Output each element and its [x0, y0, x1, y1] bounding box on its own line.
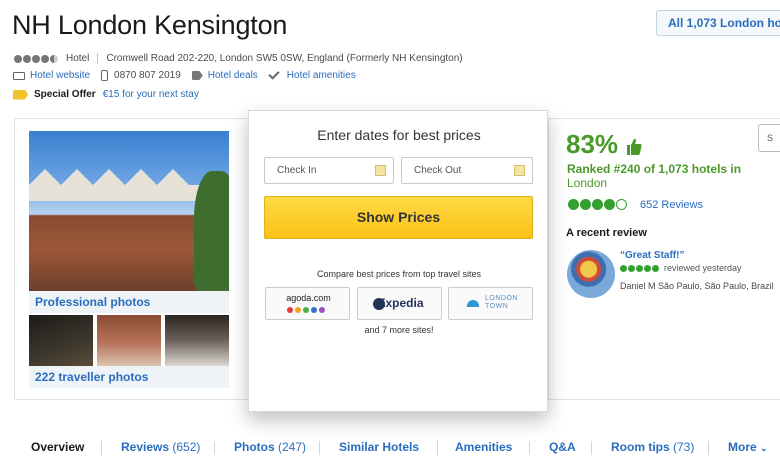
tab-photos[interactable]: Photos (247)	[234, 440, 306, 454]
traveller-photo-thumbnail[interactable]	[97, 315, 161, 366]
calendar-icon	[375, 165, 386, 176]
all-hotels-link[interactable]: All 1,073 London hotels	[656, 10, 780, 36]
rating-bubbles	[568, 199, 627, 210]
hotel-links-row: Hotel website 0870 807 2019 Hotel deals …	[13, 68, 367, 81]
agoda-site-button[interactable]: agoda.com	[265, 287, 350, 320]
hotel-website-link[interactable]: Hotel website	[13, 70, 90, 81]
hotel-title: NH London Kensington	[12, 10, 288, 40]
tag-icon	[191, 71, 203, 80]
compare-text: Compare best prices from top travel site…	[316, 269, 482, 279]
tab-amenities[interactable]: Amenities	[455, 440, 512, 454]
reviews-count-link[interactable]: 652 Reviews	[640, 199, 703, 211]
london-town-site-button[interactable]: LONDON TOWN	[448, 287, 533, 320]
check-in-field[interactable]: Check In	[264, 157, 394, 184]
check-icon	[268, 68, 280, 80]
check-out-field[interactable]: Check Out	[401, 157, 533, 184]
hotel-address: Cromwell Road 202-220, London SW5 0SW, E…	[106, 53, 463, 64]
traveller-photos-link[interactable]: 222 traveller photos	[29, 366, 229, 388]
phone-icon	[101, 70, 109, 81]
chevron-down-icon: ⌄	[760, 443, 768, 453]
professional-photos-link[interactable]: Professional photos	[29, 291, 229, 313]
expedia-site-button[interactable]: Expedia	[357, 287, 442, 320]
hotel-main-photo[interactable]	[29, 131, 229, 291]
rating-score: 83%	[566, 129, 619, 159]
photo-card: Professional photos 222 traveller photos	[14, 118, 254, 400]
special-offer-row[interactable]: Special Offer €15 for your next stay	[13, 89, 199, 100]
review-date: reviewed yesterday	[664, 263, 742, 273]
divider	[97, 53, 99, 64]
ranking-text: Ranked #240 of 1,073 hotels in London	[567, 162, 742, 190]
price-popup: Enter dates for best prices Check In Che…	[248, 110, 548, 412]
tab-overview[interactable]: Overview	[31, 440, 84, 454]
offer-text[interactable]: €15 for your next stay	[103, 89, 199, 100]
reviewer-avatar[interactable]	[567, 250, 615, 298]
offer-tag-icon	[13, 89, 28, 100]
recent-review-heading: A recent review	[566, 227, 647, 239]
london-town-logo-icon	[467, 300, 479, 307]
reviewer-name: Daniel M São Paulo, São Paulo, Brazil	[620, 281, 774, 291]
thumbs-up-icon	[627, 138, 642, 155]
star-rating	[14, 54, 58, 63]
offer-label: Special Offer	[34, 89, 96, 100]
hotel-phone[interactable]: 0870 807 2019	[101, 70, 181, 81]
review-bubbles	[620, 265, 659, 272]
tab-qa[interactable]: Q&A	[549, 440, 576, 454]
hotel-info-row: Hotel Cromwell Road 202-220, London SW5 …	[14, 53, 463, 64]
popup-heading: Enter dates for best prices	[317, 127, 481, 143]
hotel-amenities-link[interactable]: Hotel amenities	[268, 68, 356, 81]
monitor-icon	[13, 71, 25, 80]
traveller-photo-thumbnail[interactable]	[165, 315, 229, 366]
tab-more[interactable]: More ⌄	[728, 440, 768, 454]
calendar-icon	[514, 165, 525, 176]
tab-similar-hotels[interactable]: Similar Hotels	[339, 440, 419, 454]
tab-room-tips[interactable]: Room tips (73)	[611, 440, 694, 454]
hotel-tabs: Overview Reviews (652) Photos (247) Simi…	[0, 430, 780, 466]
hotel-deals-link[interactable]: Hotel deals	[191, 70, 258, 81]
more-sites-text: and 7 more sites!	[364, 325, 434, 335]
hotel-type: Hotel	[66, 53, 90, 64]
tab-reviews[interactable]: Reviews (652)	[121, 440, 200, 454]
traveller-photo-thumbnail[interactable]	[29, 315, 93, 366]
show-prices-button[interactable]: Show Prices	[264, 196, 533, 239]
review-title-link[interactable]: “Great Staff!”	[620, 250, 684, 261]
next-button[interactable]: S	[758, 124, 780, 152]
